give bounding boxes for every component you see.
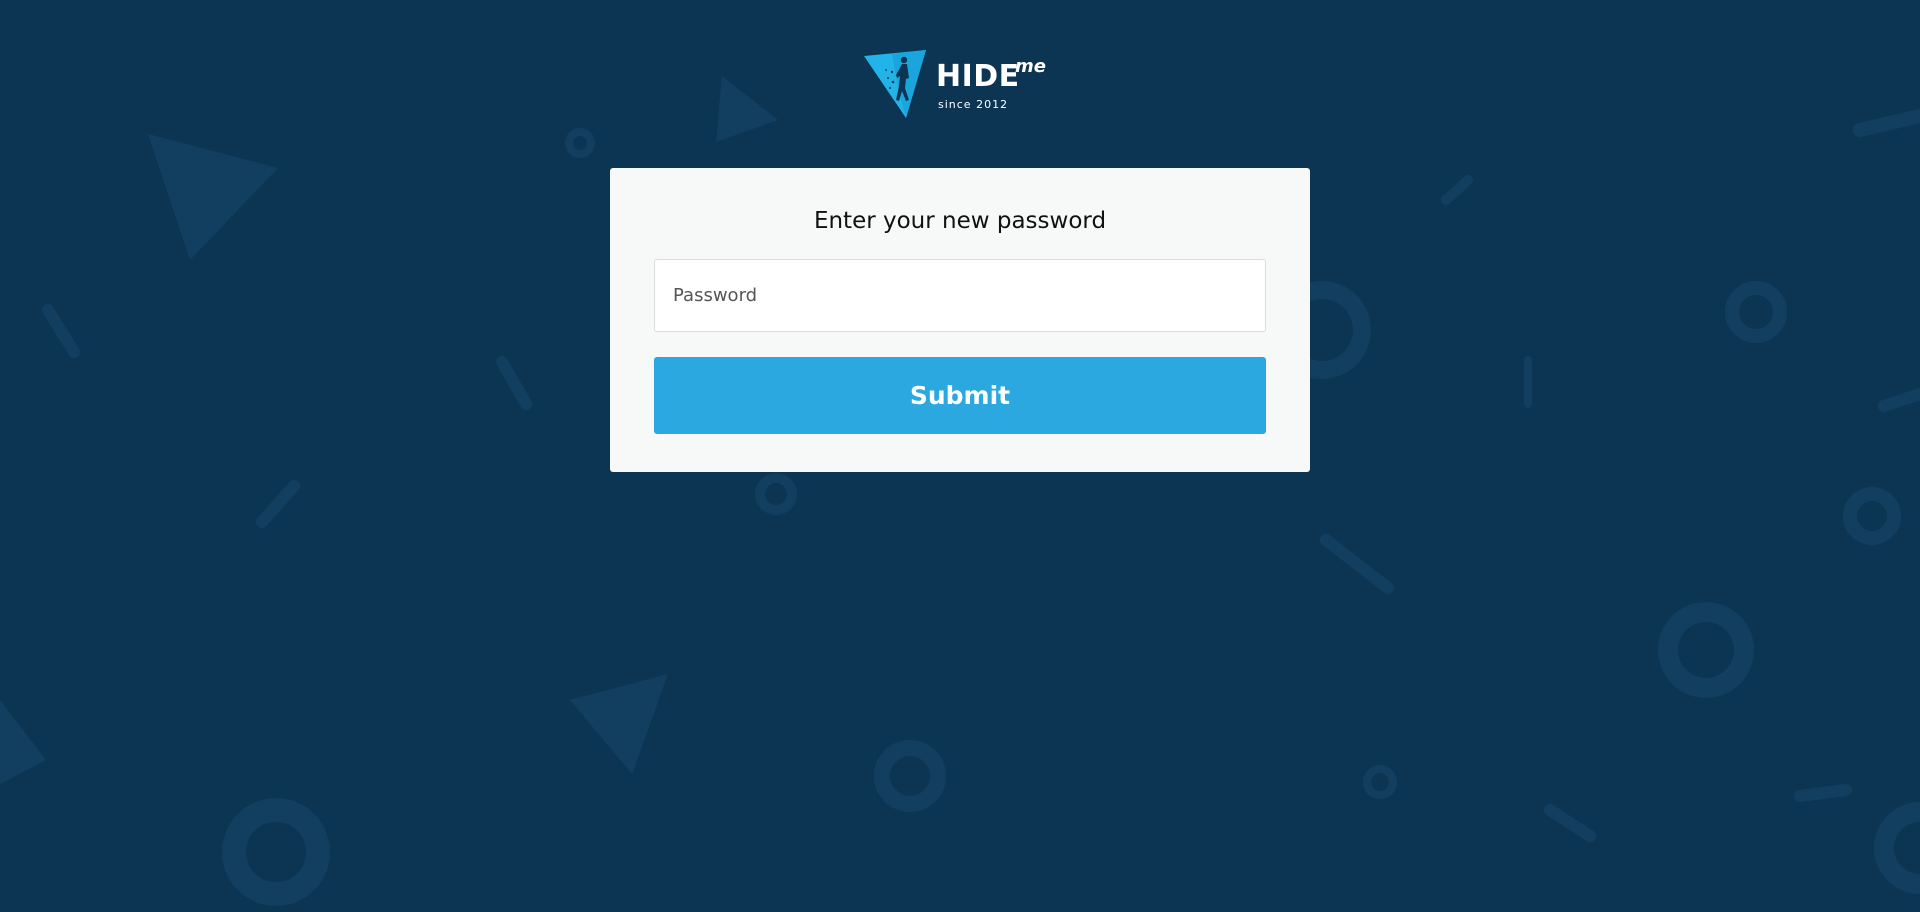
bg-ring [565,128,595,158]
submit-button[interactable]: Submit [654,357,1266,434]
bg-bar [496,356,532,410]
bg-ring [1658,602,1754,698]
triangle-walker-logo-icon [864,50,926,118]
bg-bar [42,304,80,358]
bg-ring [1725,281,1787,343]
form-title: Enter your new password [813,208,1107,234]
bg-ring [1874,802,1920,894]
bg-bar [1853,109,1920,137]
bg-ring [755,473,797,515]
hideme-logo[interactable]: HIDE me since 2012 [862,48,1062,120]
bg-bar [256,480,300,528]
bg-triangle [148,134,278,260]
bg-ring [874,740,946,812]
password-input[interactable] [654,259,1266,332]
bg-triangle [0,700,46,784]
reset-password-card: Enter your new password Submit [610,168,1310,472]
logo-wordmark: HIDE [936,59,1020,94]
bg-ring [222,798,330,906]
bg-ring [1843,487,1901,545]
bg-bar [1544,804,1596,842]
bg-ring [1363,765,1397,799]
bg-triangle [716,76,778,142]
logo-tagline: since 2012 [938,98,1009,111]
logo-wordmark-suffix: me [1015,56,1046,77]
bg-bar [1878,388,1920,412]
bg-bar [1320,534,1394,594]
bg-bar [1794,784,1852,802]
bg-bar [1441,175,1473,205]
bg-triangle [570,674,668,774]
